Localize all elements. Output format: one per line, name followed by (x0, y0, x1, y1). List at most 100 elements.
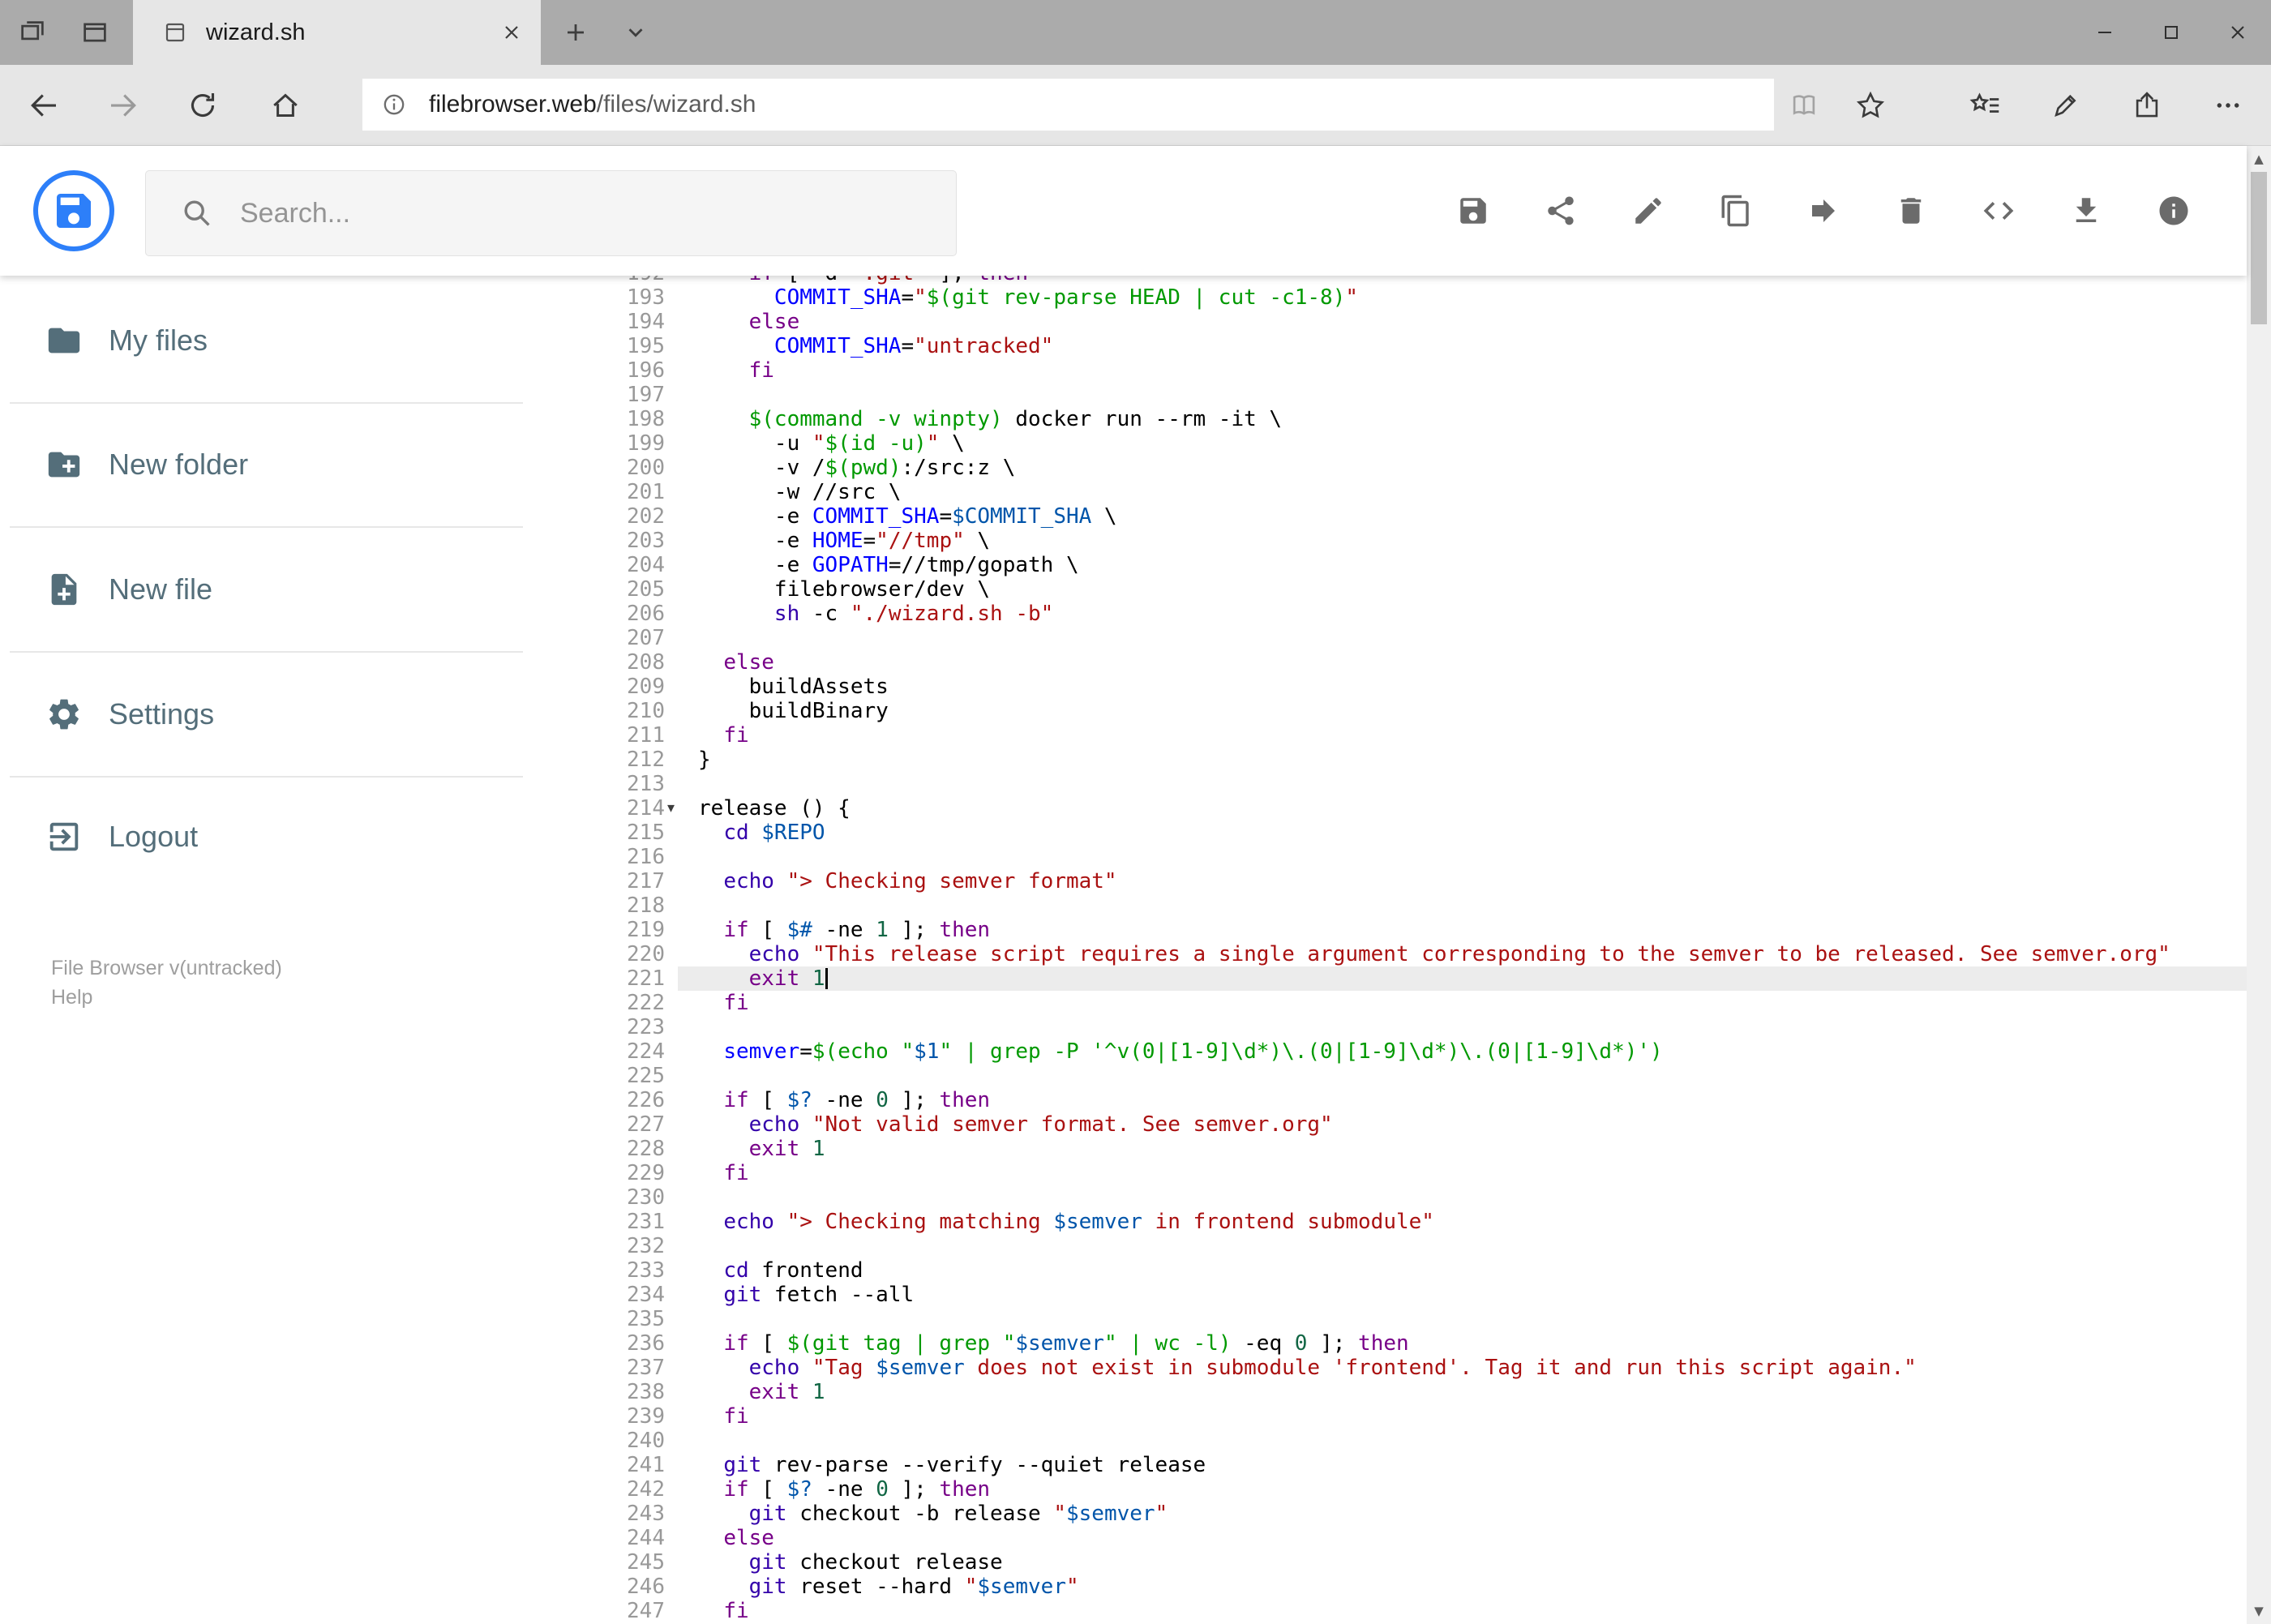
save-button[interactable] (1429, 146, 1517, 276)
code-line-213[interactable]: 213 (608, 772, 2247, 796)
code-line-237[interactable]: 237 echo "Tag $semver does not exist in … (608, 1356, 2247, 1380)
sidebar-item-logout[interactable]: Logout (0, 799, 608, 874)
copy-button[interactable] (1692, 146, 1780, 276)
code-line-238[interactable]: 238 exit 1 (608, 1380, 2247, 1404)
code-line-242[interactable]: 242 if [ $? -ne 0 ]; then (608, 1477, 2247, 1502)
delete-button[interactable] (1867, 146, 1955, 276)
code-line-222[interactable]: 222 fi (608, 991, 2247, 1015)
sidebar-item-new-file[interactable]: New file (0, 552, 608, 627)
maximize-button[interactable] (2138, 0, 2205, 65)
code-line-247[interactable]: 247 fi (608, 1599, 2247, 1623)
help-link[interactable]: Help (51, 986, 92, 1009)
scrollbar-down-arrow-icon[interactable]: ▼ (2247, 1598, 2271, 1624)
code-line-221[interactable]: 221 exit 1 (608, 966, 2247, 991)
code-line-224[interactable]: 224 semver=$(echo "$1" | grep -P '^v(0|[… (608, 1039, 2247, 1064)
sidebar-item-settings[interactable]: Settings (0, 677, 608, 752)
code-line-201[interactable]: 201 -w //src \ (608, 480, 2247, 504)
code-line-235[interactable]: 235 (608, 1307, 2247, 1331)
code-line-218[interactable]: 218 (608, 893, 2247, 918)
page-scrollbar[interactable]: ▲ ▼ (2247, 146, 2271, 1624)
code-line-223[interactable]: 223 (608, 1015, 2247, 1039)
share-page-icon[interactable] (2130, 88, 2164, 122)
new-tab-button[interactable] (558, 15, 593, 50)
share-button[interactable] (1517, 146, 1605, 276)
sidebar-item-my-files[interactable]: My files (0, 303, 608, 378)
code-line-226[interactable]: 226 if [ $? -ne 0 ]; then (608, 1088, 2247, 1112)
code-line-214[interactable]: 214 ▾ release () { (608, 796, 2247, 821)
refresh-button[interactable] (186, 88, 220, 122)
code-line-200[interactable]: 200 -v /$(pwd):/src:z \ (608, 456, 2247, 480)
code-line-231[interactable]: 231 echo "> Checking matching $semver in… (608, 1210, 2247, 1234)
code-line-246[interactable]: 246 git reset --hard "$semver" (608, 1575, 2247, 1599)
tab-list-chevron-icon[interactable] (618, 15, 653, 50)
code-line-212[interactable]: 212} (608, 748, 2247, 772)
sidebar-item-new-folder[interactable]: New folder (0, 427, 608, 502)
code-line-244[interactable]: 244 else (608, 1526, 2247, 1550)
close-window-button[interactable] (2205, 0, 2271, 65)
code-line-192[interactable]: 192 if [ -d ".git" ]; then (608, 276, 2247, 285)
search-input[interactable] (238, 196, 890, 230)
code-line-220[interactable]: 220 echo "This release script requires a… (608, 942, 2247, 966)
code-line-217[interactable]: 217 echo "> Checking semver format" (608, 869, 2247, 893)
code-line-233[interactable]: 233 cd frontend (608, 1258, 2247, 1283)
scrollbar-up-arrow-icon[interactable]: ▲ (2247, 146, 2271, 172)
site-info-icon[interactable] (380, 91, 408, 118)
scrollbar-thumb[interactable] (2251, 172, 2267, 324)
code-line-216[interactable]: 216 (608, 845, 2247, 869)
set-tabs-aside-icon[interactable] (15, 15, 50, 50)
home-button[interactable] (268, 88, 302, 122)
minimize-button[interactable] (2072, 0, 2138, 65)
more-options-icon[interactable] (2211, 88, 2245, 122)
code-line-199[interactable]: 199 -u "$(id -u)" \ (608, 431, 2247, 456)
code-editor[interactable]: 192 if [ -d ".git" ]; then193 COMMIT_SHA… (608, 276, 2247, 1624)
code-line-239[interactable]: 239 fi (608, 1404, 2247, 1429)
code-line-208[interactable]: 208 else (608, 650, 2247, 675)
hub-favorites-icon[interactable] (1969, 88, 2003, 122)
code-line-206[interactable]: 206 sh -c "./wizard.sh -b" (608, 602, 2247, 626)
code-line-240[interactable]: 240 (608, 1429, 2247, 1453)
move-button[interactable] (1780, 146, 1867, 276)
code-line-207[interactable]: 207 (608, 626, 2247, 650)
code-line-234[interactable]: 234 git fetch --all (608, 1283, 2247, 1307)
code-line-203[interactable]: 203 -e HOME="//tmp" \ (608, 529, 2247, 553)
code-line-209[interactable]: 209 buildAssets (608, 675, 2247, 699)
browser-tab-wizard-sh[interactable]: wizard.sh (133, 0, 541, 65)
web-notes-pen-icon[interactable] (2049, 88, 2083, 122)
search-box[interactable] (145, 170, 957, 256)
forward-button[interactable] (106, 88, 140, 122)
download-button[interactable] (2042, 146, 2130, 276)
code-line-198[interactable]: 198 $(command -v winpty) docker run --rm… (608, 407, 2247, 431)
code-line-232[interactable]: 232 (608, 1234, 2247, 1258)
code-line-195[interactable]: 195 COMMIT_SHA="untracked" (608, 334, 2247, 358)
code-line-236[interactable]: 236 if [ $(git tag | grep "$semver" | wc… (608, 1331, 2247, 1356)
code-line-229[interactable]: 229 fi (608, 1161, 2247, 1185)
code-line-204[interactable]: 204 -e GOPATH=//tmp/gopath \ (608, 553, 2247, 577)
code-line-219[interactable]: 219 if [ $# -ne 1 ]; then (608, 918, 2247, 942)
code-line-194[interactable]: 194 else (608, 310, 2247, 334)
switch-editor-button[interactable] (1955, 146, 2042, 276)
code-line-245[interactable]: 245 git checkout release (608, 1550, 2247, 1575)
code-line-210[interactable]: 210 buildBinary (608, 699, 2247, 723)
code-line-243[interactable]: 243 git checkout -b release "$semver" (608, 1502, 2247, 1526)
rename-button[interactable] (1605, 146, 1692, 276)
reading-view-icon[interactable] (1787, 88, 1821, 122)
code-line-228[interactable]: 228 exit 1 (608, 1137, 2247, 1161)
tabs-preview-icon[interactable] (77, 15, 113, 50)
code-line-211[interactable]: 211 fi (608, 723, 2247, 748)
filebrowser-logo[interactable] (33, 170, 114, 251)
info-button[interactable] (2130, 146, 2217, 276)
code-line-241[interactable]: 241 git rev-parse --verify --quiet relea… (608, 1453, 2247, 1477)
code-line-197[interactable]: 197 (608, 383, 2247, 407)
favorite-star-icon[interactable] (1853, 88, 1888, 122)
back-button[interactable] (27, 88, 61, 122)
tab-close-icon[interactable] (494, 15, 529, 50)
code-line-230[interactable]: 230 (608, 1185, 2247, 1210)
code-line-202[interactable]: 202 -e COMMIT_SHA=$COMMIT_SHA \ (608, 504, 2247, 529)
code-line-196[interactable]: 196 fi (608, 358, 2247, 383)
address-bar[interactable]: filebrowser.web/files/wizard.sh (362, 79, 1774, 131)
code-line-227[interactable]: 227 echo "Not valid semver format. See s… (608, 1112, 2247, 1137)
code-line-193[interactable]: 193 COMMIT_SHA="$(git rev-parse HEAD | c… (608, 285, 2247, 310)
code-line-205[interactable]: 205 filebrowser/dev \ (608, 577, 2247, 602)
code-line-225[interactable]: 225 (608, 1064, 2247, 1088)
code-line-215[interactable]: 215 cd $REPO (608, 821, 2247, 845)
